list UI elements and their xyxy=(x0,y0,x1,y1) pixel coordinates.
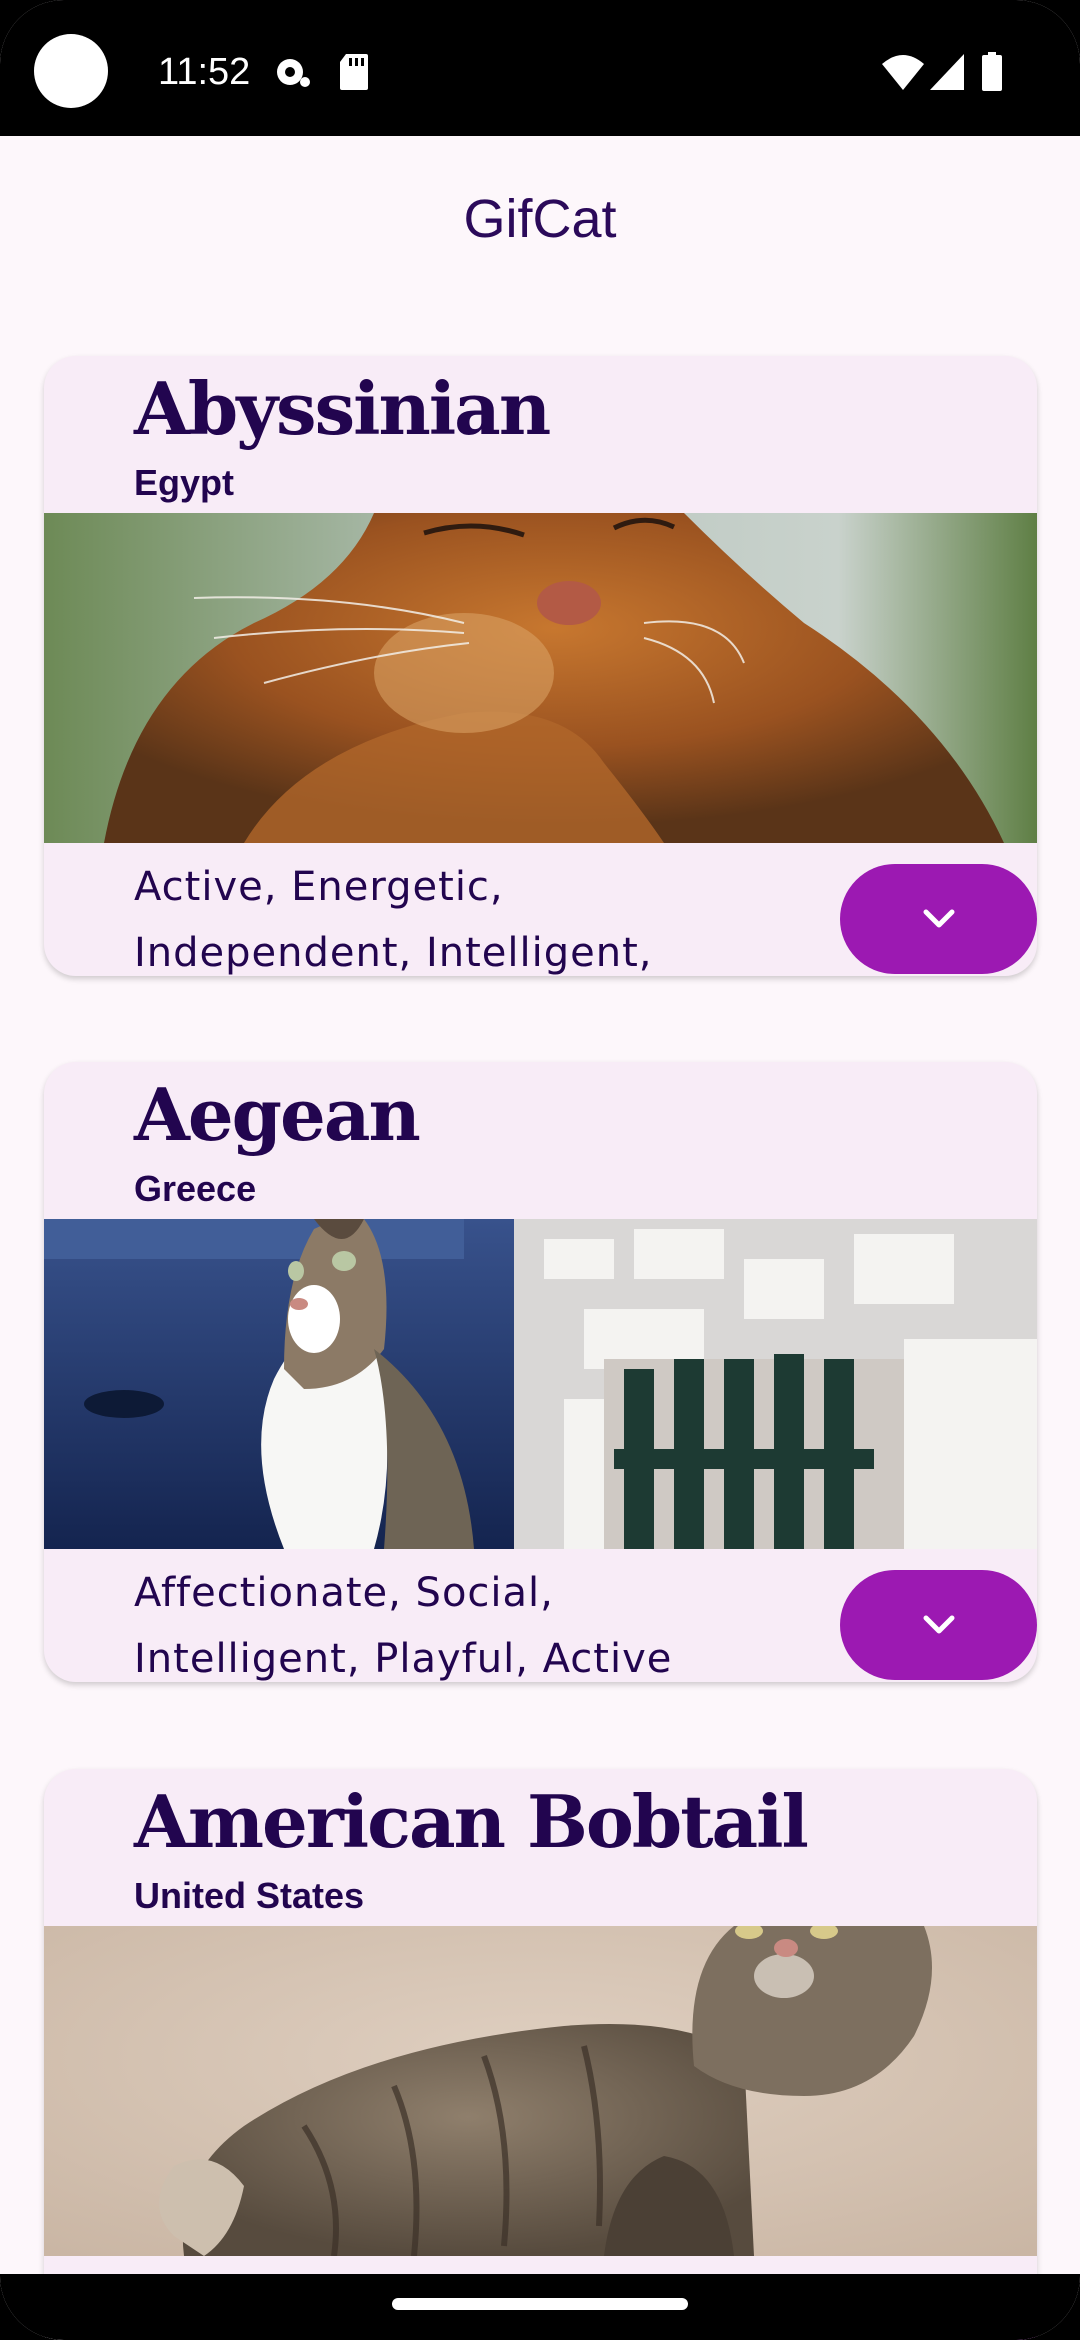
breed-card: Aegean Greece Affectionate, Social, Inte… xyxy=(44,1062,1037,1682)
app-screen: 11:52 GifCat Abyssinian Egypt Active, En… xyxy=(0,0,1080,2340)
breed-card: Abyssinian Egypt Active, Energetic, Inde… xyxy=(44,356,1037,976)
battery-icon xyxy=(982,52,1002,91)
breed-photo xyxy=(44,1219,1037,1549)
breed-origin: United States xyxy=(134,1875,365,1916)
app-title: GifCat xyxy=(463,189,617,249)
status-time: 11:52 xyxy=(158,51,251,93)
breed-name: Aegean xyxy=(134,1072,421,1157)
breed-origin: Egypt xyxy=(134,462,235,503)
breed-name: American Bobtail xyxy=(134,1779,809,1864)
sd-card-icon xyxy=(340,54,368,90)
chevron-down-icon xyxy=(923,1615,954,1634)
wifi-icon xyxy=(882,55,924,90)
expand-button[interactable] xyxy=(840,1570,1037,1680)
breed-photo xyxy=(44,513,1037,843)
chevron-down-icon xyxy=(923,909,954,928)
expand-button[interactable] xyxy=(840,864,1037,974)
sync-icon xyxy=(277,59,310,87)
camera-cutout xyxy=(34,34,108,108)
home-gesture-handle[interactable] xyxy=(392,2298,688,2310)
status-bar: 11:52 xyxy=(0,0,1080,136)
cell-signal-icon xyxy=(930,54,964,90)
breed-card: American Bobtail United States xyxy=(44,1769,1037,2340)
breed-temperament: Active, Energetic, Independent, Intellig… xyxy=(134,864,653,976)
breed-origin: Greece xyxy=(134,1168,257,1209)
breed-temperament: Affectionate, Social, Intelligent, Playf… xyxy=(134,1570,673,1682)
breed-name: Abyssinian xyxy=(134,366,551,451)
breed-photo xyxy=(44,1926,1037,2256)
